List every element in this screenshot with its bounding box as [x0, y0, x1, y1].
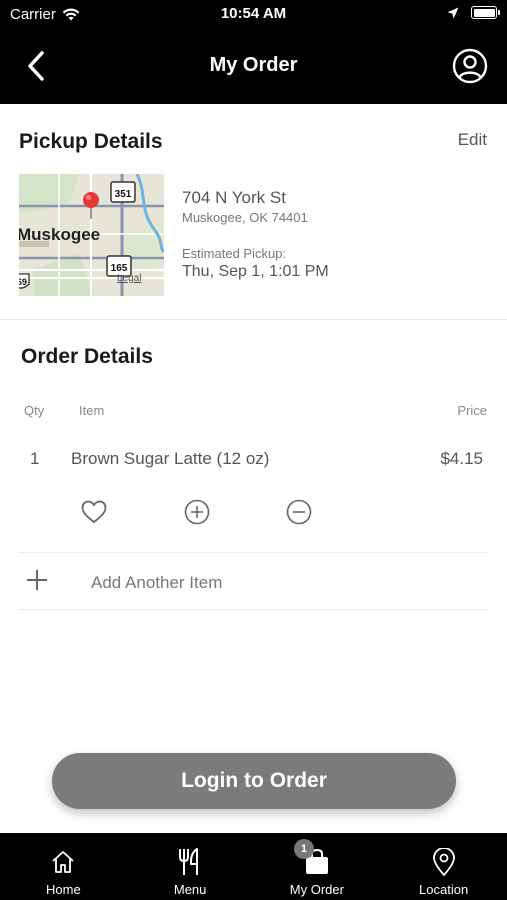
pickup-address-city: Muskogee, OK 74401: [182, 210, 308, 225]
item-column-header: Item: [79, 403, 105, 418]
item-qty: 1: [30, 449, 40, 468]
svg-text:351: 351: [115, 189, 132, 200]
status-time: 10:54 AM: [220, 5, 287, 22]
svg-text:69: 69: [19, 277, 27, 287]
tab-my-order[interactable]: 1 My Order: [254, 833, 381, 900]
heart-icon: [81, 500, 107, 524]
tab-menu[interactable]: Menu: [127, 833, 254, 900]
qty-column-header: Qty: [24, 403, 45, 418]
fork-knife-icon: [175, 847, 205, 877]
status-right: [447, 6, 500, 19]
tab-location[interactable]: Location: [380, 833, 507, 900]
user-icon: [452, 48, 488, 84]
tab-home-label: Home: [46, 882, 81, 897]
location-pin-icon: [429, 847, 459, 877]
increase-qty-button[interactable]: [183, 498, 211, 526]
page-title: My Order: [209, 54, 298, 76]
plus-icon: [27, 570, 47, 590]
add-another-item-button[interactable]: Add Another Item: [19, 560, 488, 604]
item-divider: [19, 552, 488, 553]
item-name[interactable]: Brown Sugar Latte (12 oz): [71, 449, 269, 469]
add-another-item-label: Add Another Item: [91, 573, 223, 592]
item-price: $4.15: [440, 449, 483, 468]
tab-home[interactable]: Home: [0, 833, 127, 900]
status-bar: Carrier 10:54 AM: [0, 0, 507, 30]
battery-icon: [471, 6, 500, 19]
edit-pickup-link[interactable]: Edit: [458, 130, 487, 150]
order-details-title: Order Details: [21, 345, 153, 368]
profile-button[interactable]: [451, 46, 489, 86]
map-graphic: 351 165 69 Muskogee Legal: [19, 174, 164, 296]
pickup-details-title: Pickup Details: [19, 130, 163, 153]
route-shield-351: 351: [110, 181, 136, 203]
plus-circle-icon: [184, 499, 210, 525]
map-legal-link: Legal: [117, 273, 141, 284]
add-item-divider: [19, 609, 488, 610]
shopping-bag-icon: 1: [293, 839, 332, 877]
top-bar: Carrier 10:54 AM My Order: [0, 0, 507, 104]
pickup-map[interactable]: 351 165 69 Muskogee Legal: [19, 174, 164, 296]
map-city-label: Muskogee: [19, 225, 100, 244]
home-icon: [48, 847, 78, 877]
estimated-pickup-label: Estimated Pickup:: [182, 246, 287, 261]
decrease-qty-button[interactable]: [285, 498, 313, 526]
minus-circle-icon: [286, 499, 312, 525]
price-column-header: Price: [457, 403, 487, 418]
tab-menu-label: Menu: [173, 882, 207, 897]
route-shield-69: 69: [19, 273, 30, 289]
estimated-pickup-time: Thu, Sep 1, 1:01 PM: [182, 263, 329, 280]
favorite-button[interactable]: [80, 498, 108, 526]
order-count-badge: 1: [293, 839, 314, 859]
section-divider: [0, 319, 507, 320]
tab-bar: Home Menu 1 My Order Location: [0, 833, 507, 900]
tab-my-order-label: My Order: [289, 882, 344, 897]
pickup-address-street: 704 N York St: [182, 188, 286, 207]
tab-location-label: Location: [419, 882, 469, 897]
location-arrow-icon: [447, 7, 459, 18]
login-to-order-button[interactable]: Login to Order: [52, 753, 456, 809]
